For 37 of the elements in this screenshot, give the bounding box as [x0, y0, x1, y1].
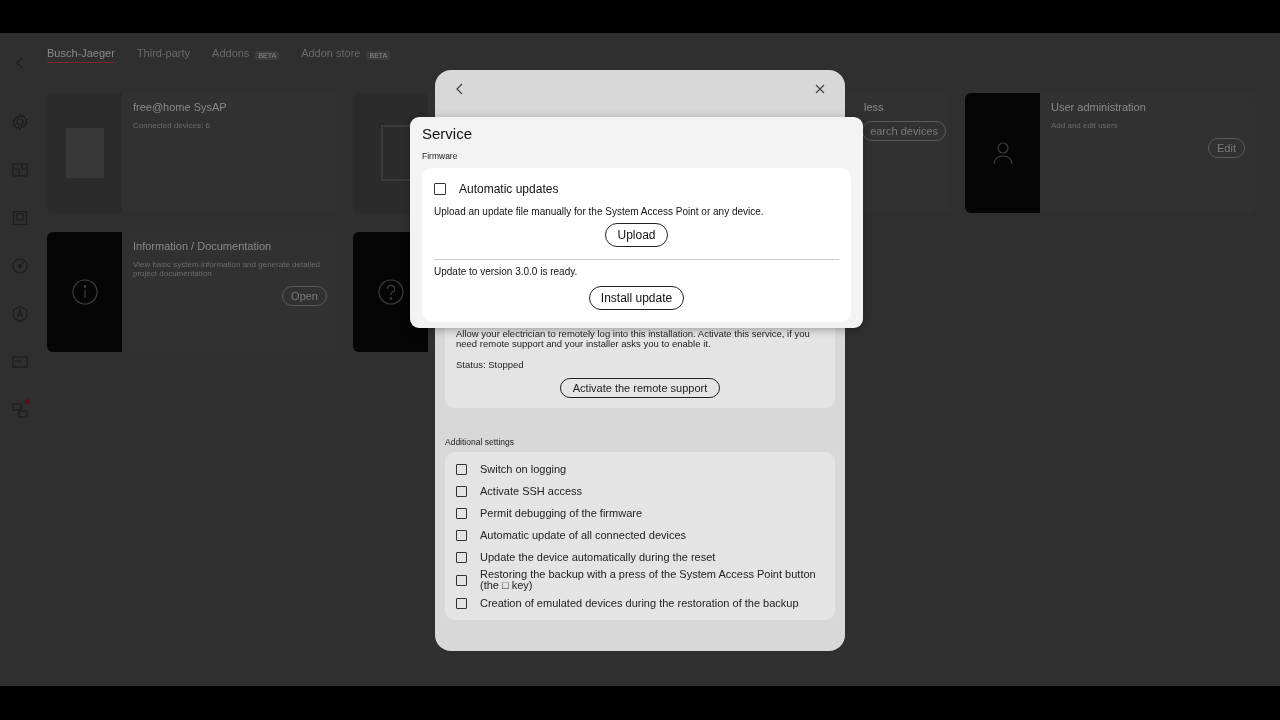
checkbox[interactable] — [434, 183, 446, 195]
option-label: Activate SSH access — [480, 484, 583, 498]
section-label: Firmware — [422, 151, 459, 161]
checkbox[interactable] — [456, 463, 467, 475]
checkbox[interactable] — [456, 485, 467, 497]
option-label: Automatic update of all connected devices — [480, 528, 687, 542]
tab[interactable]: Addon store — [301, 47, 361, 63]
tab[interactable]: Busch-Jaeger — [47, 47, 115, 63]
checkbox[interactable] — [456, 507, 467, 519]
checkbox[interactable] — [456, 597, 467, 609]
help-icon — [376, 278, 405, 306]
option-label: Update the device automatically during the reset — [480, 550, 716, 564]
section-label: Additional settings — [445, 437, 515, 448]
card-title: User administration — [1051, 101, 1147, 113]
tab[interactable]: Third-party — [136, 47, 191, 63]
update-text: Update to version 3.0.0 is ready. — [434, 266, 579, 277]
checkbox[interactable] — [456, 574, 467, 586]
tab[interactable]: Addons — [212, 47, 250, 63]
dialog-title: Service — [422, 125, 474, 142]
option-label: Permit debugging of the firmware — [480, 506, 643, 520]
card-title: less — [864, 101, 885, 113]
card-title: Information / Documentation — [133, 240, 273, 252]
option-label: Restoring the backup with a press of the System Access Point button (the □ key) — [480, 568, 817, 593]
card-title: free@home SysAP — [133, 101, 228, 113]
checkbox[interactable] — [456, 529, 467, 541]
close-button[interactable] — [813, 82, 827, 96]
status-text: Status: Stopped — [456, 359, 525, 371]
info-icon — [70, 278, 99, 306]
description-text: Upload an update file manually for the System Access Point or any device. — [434, 206, 765, 217]
checkbox[interactable] — [456, 551, 467, 563]
back-icon — [455, 82, 465, 96]
option-label: Automatic updates — [459, 182, 559, 196]
description-text: Allow your electrician to remotely log into this installation. Activate this service, if you need remote support and your installer asks you to enable it. — [456, 329, 811, 350]
close-icon — [814, 83, 826, 95]
option-label: Creation of emulated devices during the restoration of the backup — [480, 596, 799, 610]
option-label: Switch on logging — [480, 462, 567, 476]
devices-icon — [11, 401, 29, 419]
